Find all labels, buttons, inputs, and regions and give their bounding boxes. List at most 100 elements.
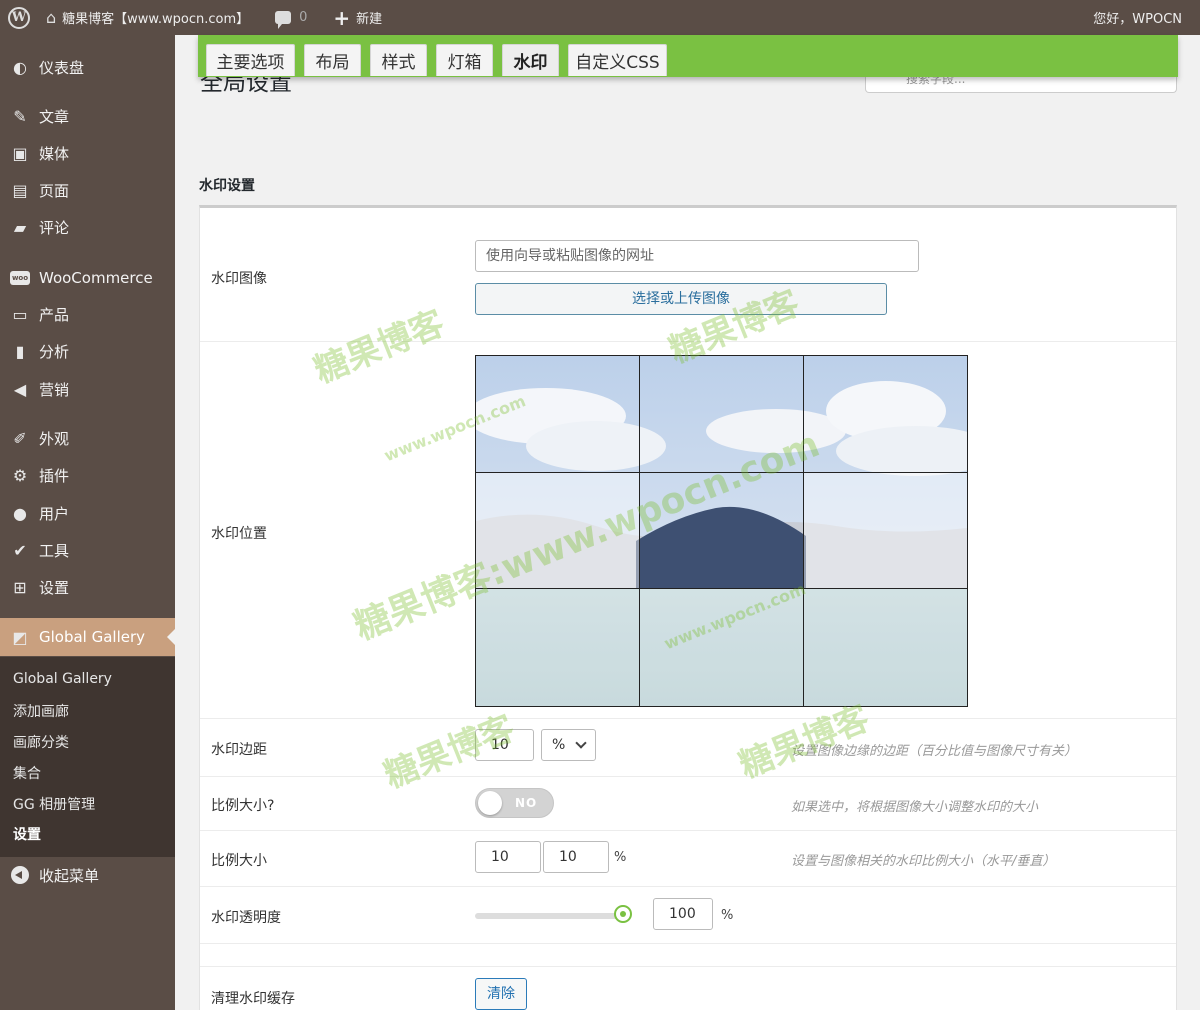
submenu-item-add-gallery[interactable]: 添加画廊 bbox=[13, 701, 69, 721]
clear-cache-button[interactable]: 清除 bbox=[475, 978, 527, 1010]
opacity-unit: % bbox=[721, 908, 734, 923]
pin-icon: ✎ bbox=[13, 106, 27, 126]
submenu-item-gg-album-manager[interactable]: GG 相册管理 bbox=[13, 794, 95, 814]
comment-icon: ▰ bbox=[13, 217, 27, 237]
sidebar-item-analytics[interactable]: ▮ 分析 bbox=[0, 335, 175, 367]
position-cell-bottom-left[interactable] bbox=[476, 589, 640, 706]
watermark-position-grid bbox=[475, 355, 968, 707]
toggle-state-text: NO bbox=[515, 796, 538, 810]
chart-icon: ▮ bbox=[15, 341, 25, 361]
tab-lightbox[interactable]: 灯箱 bbox=[436, 44, 493, 76]
watermark-url-input[interactable]: 使用向导或粘贴图像的网址 bbox=[475, 240, 919, 272]
tab-custom-css[interactable]: 自定义CSS bbox=[568, 44, 667, 76]
collapse-menu-button[interactable]: 收起菜单 bbox=[0, 859, 175, 891]
sidebar-item-comments[interactable]: ▰ 评论 bbox=[0, 211, 175, 243]
position-cell-top-right[interactable] bbox=[804, 356, 967, 473]
sidebar-item-label: 媒体 bbox=[39, 144, 70, 163]
tab-layout[interactable]: 布局 bbox=[304, 44, 361, 76]
section-title: 水印设置 bbox=[199, 178, 255, 194]
sidebar-item-label: 分析 bbox=[39, 342, 70, 361]
sidebar-item-label: 工具 bbox=[39, 541, 70, 560]
sidebar-item-dashboard[interactable]: ◐ 仪表盘 bbox=[0, 51, 175, 83]
settings-tab-bar: 主要选项 布局 样式 灯箱 水印 自定义CSS bbox=[198, 35, 1178, 77]
tab-style[interactable]: 样式 bbox=[370, 44, 427, 76]
user-icon: ● bbox=[13, 503, 27, 523]
megaphone-icon: ◀ bbox=[13, 379, 27, 399]
sidebar-item-posts[interactable]: ✎ 文章 bbox=[0, 100, 175, 132]
wrench-icon: ✔ bbox=[13, 540, 27, 560]
sidebar-item-appearance[interactable]: ✐ 外观 bbox=[0, 422, 175, 454]
sidebar-item-label: WooCommerce bbox=[39, 269, 153, 287]
position-cell-center[interactable] bbox=[640, 473, 804, 589]
media-icon: ▣ bbox=[12, 143, 28, 163]
submenu-item-settings[interactable]: 设置 bbox=[13, 824, 41, 844]
scale-vertical-input[interactable]: 10 bbox=[543, 841, 609, 873]
margin-unit-select[interactable]: % bbox=[541, 729, 596, 761]
sidebar-item-products[interactable]: ▭ 产品 bbox=[0, 298, 175, 330]
chevron-down-icon bbox=[575, 737, 587, 749]
opacity-value-input[interactable]: 100 bbox=[653, 898, 713, 930]
admin-bar: W ⌂ 糖果博客【www.wpocn.com】 0 + 新建 您好，WPOCN bbox=[0, 0, 1200, 35]
row-divider bbox=[200, 341, 1176, 342]
sidebar-item-label: 仪表盘 bbox=[39, 58, 85, 77]
watermark-opacity-label: 水印透明度 bbox=[211, 910, 281, 926]
sidebar-item-marketing[interactable]: ◀ 营销 bbox=[0, 373, 175, 405]
toggle-knob bbox=[478, 791, 502, 815]
scale-size-label: 比例大小 bbox=[211, 853, 267, 869]
admin-sidebar: ◐ 仪表盘 ✎ 文章 ▣ 媒体 ▤ 页面 ▰ 评论 woo WooCommerc… bbox=[0, 35, 175, 1010]
global-gallery-submenu: Global Gallery 添加画廊 画廊分类 集合 GG 相册管理 设置 bbox=[0, 657, 175, 857]
position-cell-top-left[interactable] bbox=[476, 356, 640, 473]
submenu-item-gallery-categories[interactable]: 画廊分类 bbox=[13, 732, 69, 752]
sidebar-item-global-gallery[interactable]: ◩ Global Gallery bbox=[0, 618, 175, 656]
watermark-image-label: 水印图像 bbox=[211, 271, 267, 287]
site-name-label: 糖果博客【www.wpocn.com】 bbox=[62, 12, 250, 27]
sidebar-item-label: 外观 bbox=[39, 429, 70, 448]
sidebar-item-media[interactable]: ▣ 媒体 bbox=[0, 137, 175, 169]
position-cell-bottom-center[interactable] bbox=[640, 589, 804, 706]
site-name-link[interactable]: ⌂ 糖果博客【www.wpocn.com】 bbox=[38, 0, 257, 35]
sidebar-item-label: 页面 bbox=[39, 181, 70, 200]
sidebar-item-label: Global Gallery bbox=[39, 628, 146, 646]
watermark-settings-panel: 水印图像 使用向导或粘贴图像的网址 选择或上传图像 水印位置 水印边距 10 %… bbox=[199, 205, 1177, 1010]
tab-main-options[interactable]: 主要选项 bbox=[206, 44, 295, 76]
sidebar-item-plugins[interactable]: ⚙ 插件 bbox=[0, 459, 175, 491]
position-cell-top-center[interactable] bbox=[640, 356, 804, 473]
comments-count: 0 bbox=[299, 10, 308, 25]
user-greeting[interactable]: 您好，WPOCN bbox=[1085, 0, 1200, 35]
scale-unit: % bbox=[614, 850, 627, 865]
tab-watermark[interactable]: 水印 bbox=[502, 44, 559, 76]
upload-image-button[interactable]: 选择或上传图像 bbox=[475, 283, 887, 315]
sidebar-item-woocommerce[interactable]: woo WooCommerce bbox=[0, 262, 175, 294]
sidebar-item-settings[interactable]: ⊞ 设置 bbox=[0, 571, 175, 603]
margin-value-input[interactable]: 10 bbox=[475, 729, 534, 761]
sidebar-item-pages[interactable]: ▤ 页面 bbox=[0, 174, 175, 206]
row-divider bbox=[200, 830, 1176, 831]
proportional-size-hint: 如果选中，将根据图像大小调整水印的大小 bbox=[791, 800, 1039, 815]
wordpress-logo-icon[interactable]: W bbox=[0, 0, 38, 35]
main-content: 全局设置 搜索字段... 主要选项 布局 样式 灯箱 水印 自定义CSS 水印设… bbox=[175, 35, 1200, 1010]
submenu-item-global-gallery[interactable]: Global Gallery bbox=[13, 671, 112, 687]
opacity-slider-handle[interactable] bbox=[614, 905, 632, 923]
scale-horizontal-input[interactable]: 10 bbox=[475, 841, 541, 873]
position-cell-bottom-right[interactable] bbox=[804, 589, 967, 706]
sidebar-item-tools[interactable]: ✔ 工具 bbox=[0, 534, 175, 566]
collapse-menu-label: 收起菜单 bbox=[39, 866, 100, 885]
proportional-size-label: 比例大小? bbox=[211, 798, 275, 814]
plus-icon: + bbox=[333, 5, 351, 30]
sidebar-item-label: 用户 bbox=[39, 504, 70, 523]
woocommerce-icon: woo bbox=[10, 268, 30, 288]
proportional-size-toggle[interactable]: NO bbox=[475, 788, 554, 818]
sidebar-item-label: 产品 bbox=[39, 305, 70, 324]
submenu-item-collections[interactable]: 集合 bbox=[13, 763, 41, 783]
dashboard-icon: ◐ bbox=[13, 57, 27, 77]
new-content-link[interactable]: + 新建 bbox=[325, 0, 390, 35]
sidebar-item-users[interactable]: ● 用户 bbox=[0, 497, 175, 529]
collapse-arrow-icon bbox=[10, 865, 30, 885]
clear-cache-label: 清理水印缓存 bbox=[211, 991, 295, 1007]
comments-link[interactable]: 0 bbox=[267, 0, 315, 35]
position-cell-middle-left[interactable] bbox=[476, 473, 640, 589]
position-cell-middle-right[interactable] bbox=[804, 473, 967, 589]
opacity-slider-track[interactable] bbox=[475, 913, 625, 919]
margin-unit-value: % bbox=[552, 737, 566, 753]
comment-bubble-icon bbox=[275, 11, 292, 29]
